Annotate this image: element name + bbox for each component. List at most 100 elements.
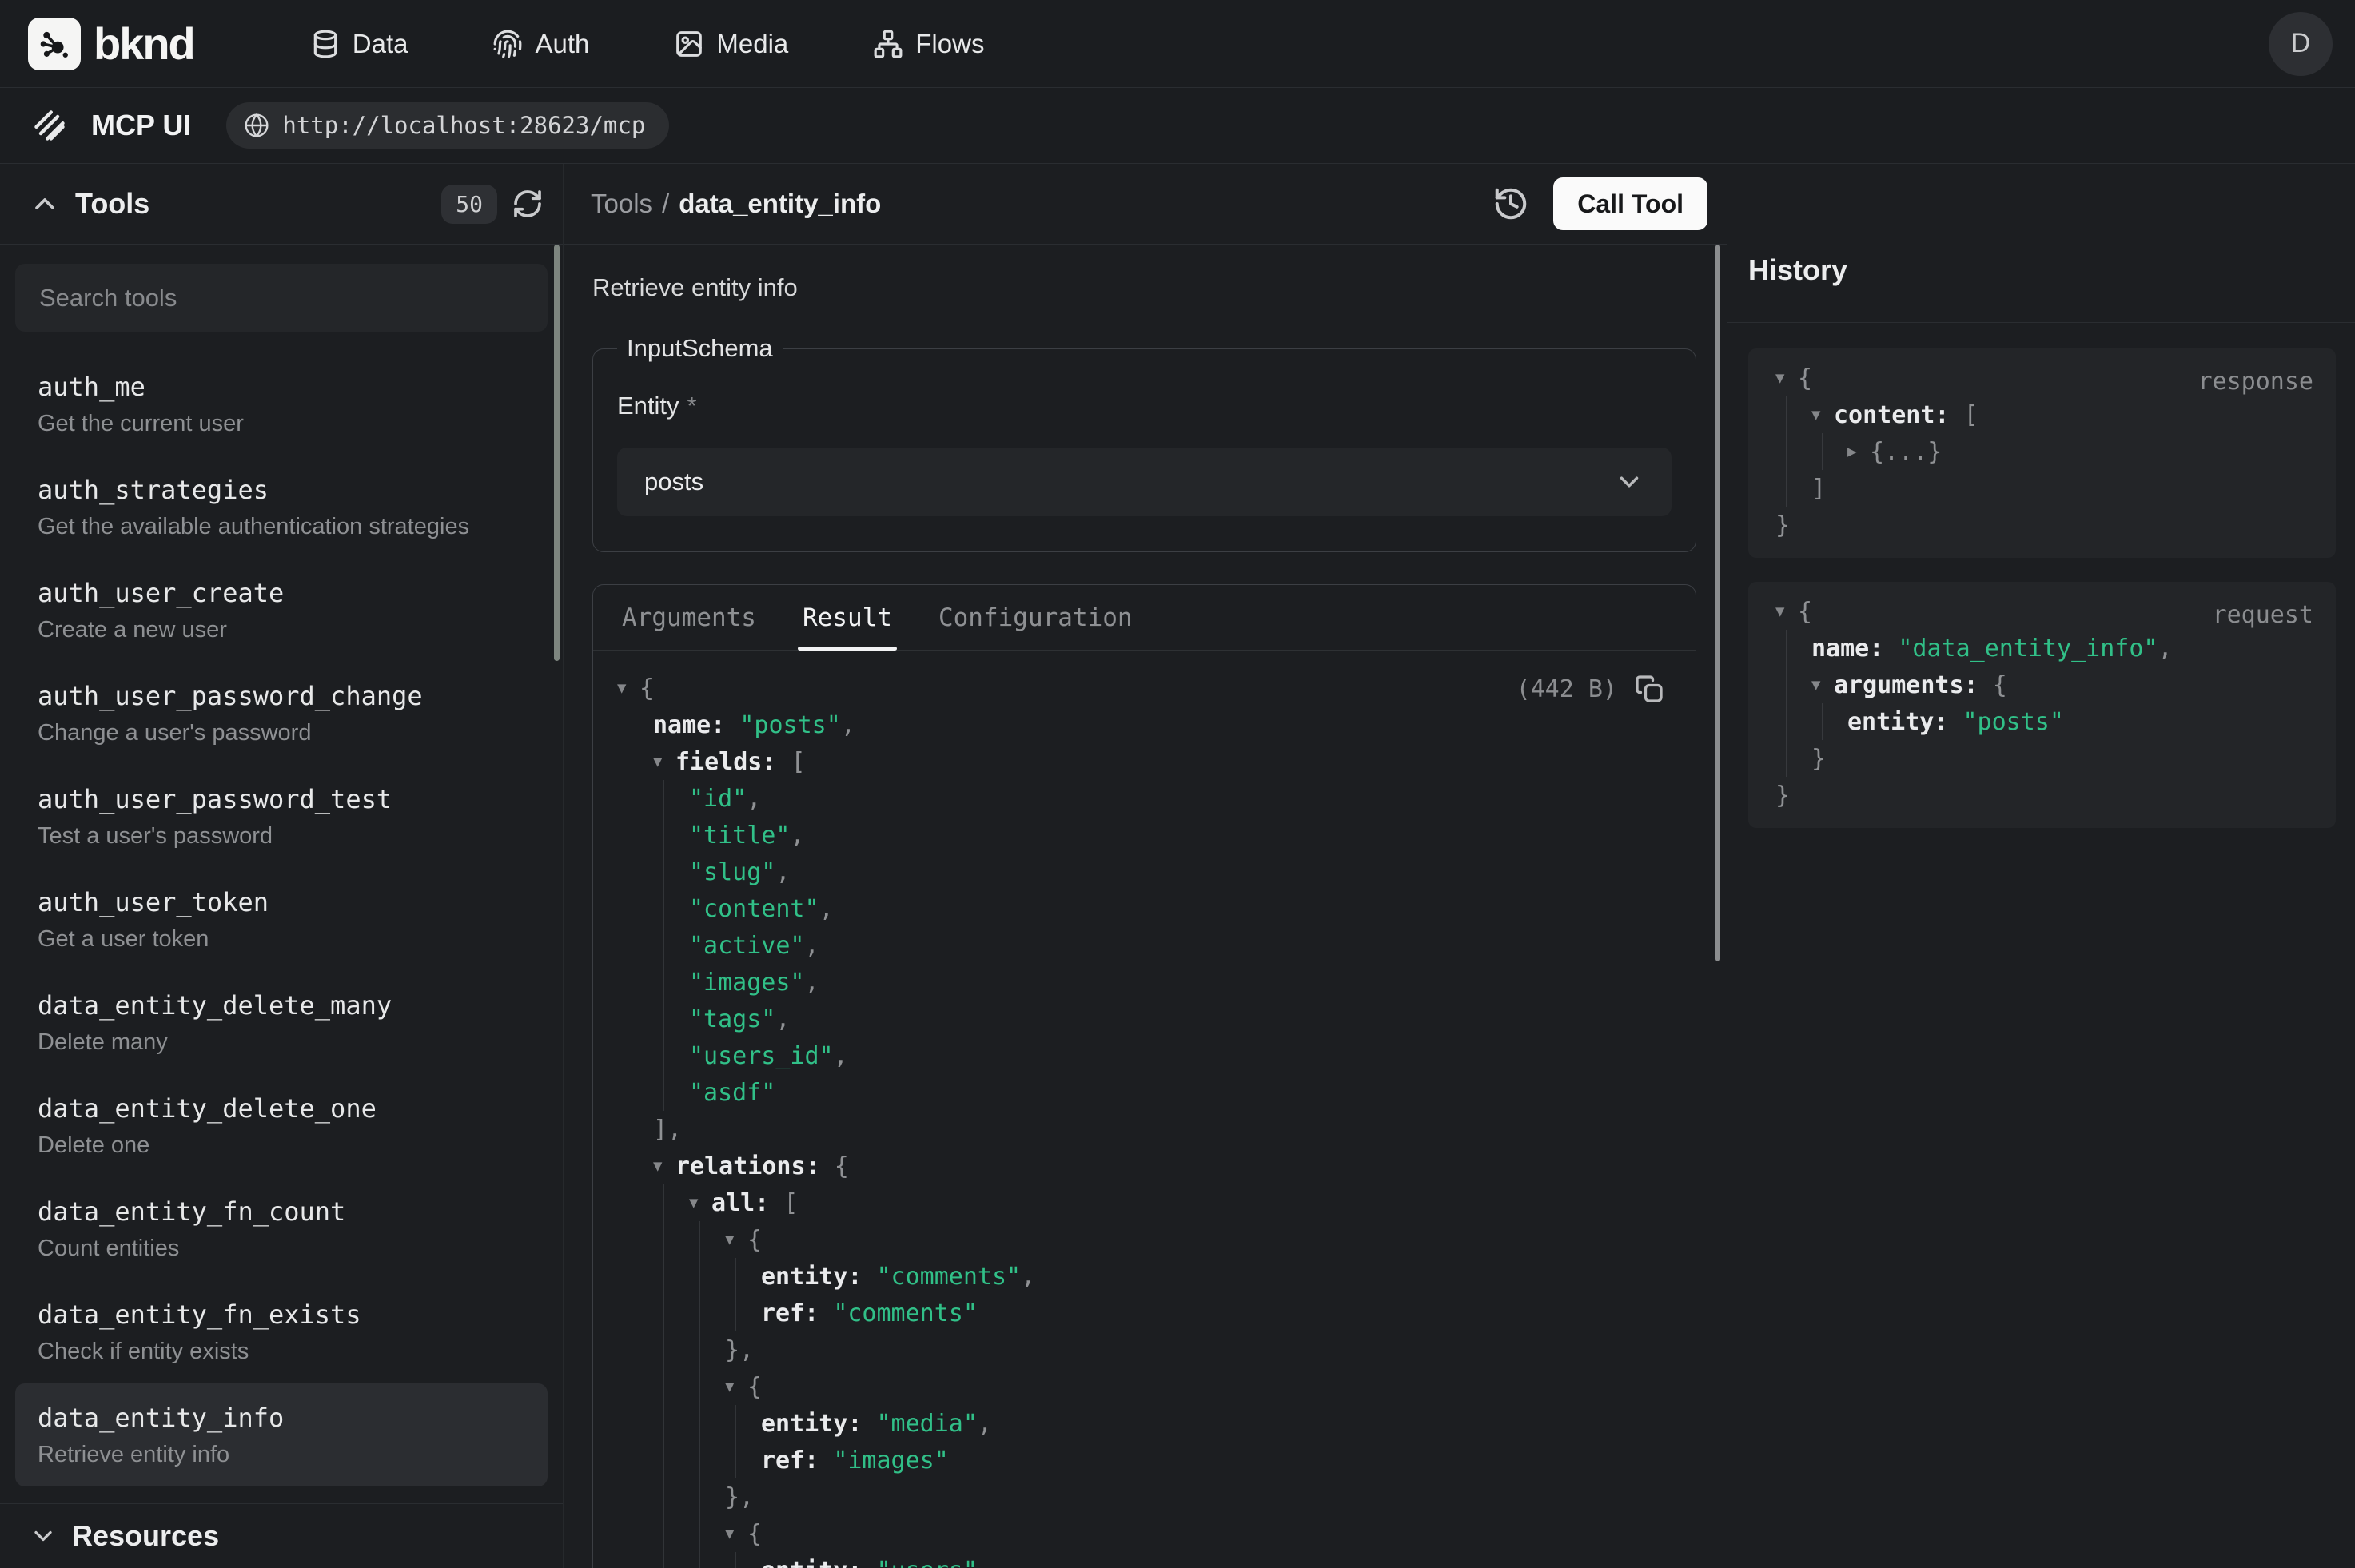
collapse-triangle-icon[interactable]: ▼: [1811, 406, 1834, 424]
history-entry-request[interactable]: request▼{name: "data_entity_info",▼argum…: [1748, 582, 2336, 828]
input-schema-fieldset: InputSchema Entity* posts: [592, 334, 1696, 552]
json-line: "title",: [617, 817, 1667, 854]
json-line: ▼arguments: {: [1775, 667, 2315, 703]
brand[interactable]: bknd: [28, 18, 194, 70]
json-line: },: [617, 1331, 1667, 1368]
resources-section-header[interactable]: Resources: [0, 1503, 563, 1568]
mcp-url: http://localhost:28623/mcp: [282, 112, 645, 139]
breadcrumb-current: data_entity_info: [679, 189, 881, 219]
tool-detail: Retrieve entity info InputSchema Entity*…: [564, 245, 1727, 1568]
json-line: ▼{: [617, 670, 1667, 706]
tool-list-item[interactable]: auth_strategiesGet the available authent…: [15, 456, 548, 559]
json-line: },: [617, 1478, 1667, 1515]
history-entry-type: request: [2213, 601, 2313, 629]
collapse-triangle-icon[interactable]: ▼: [653, 753, 675, 770]
tab-result[interactable]: Result: [803, 585, 892, 650]
history-icon[interactable]: [1492, 185, 1529, 222]
main-scrollbar[interactable]: [1715, 245, 1720, 961]
tool-name: data_entity_delete_many: [38, 989, 525, 1021]
chevron-up-icon[interactable]: [29, 188, 61, 220]
tool-list-item[interactable]: auth_meGet the current user: [15, 352, 548, 456]
tab-bar: Arguments Result Configuration: [593, 585, 1696, 651]
image-icon: [674, 29, 704, 59]
json-line: entity: "media",: [617, 1405, 1667, 1442]
tool-list-item[interactable]: data_entity_fn_exists Check if entity exi…: [15, 1280, 548, 1383]
tool-desc: Count entities: [38, 1235, 525, 1262]
tool-list-item[interactable]: auth_user_password_testTest a user's pas…: [15, 765, 548, 868]
tool-list: auth_meGet the current userauth_strategi…: [15, 352, 548, 1486]
nav-item-data[interactable]: Data: [310, 29, 408, 59]
json-line: ▼content: [: [1775, 396, 2315, 433]
sidebar-scrollbar[interactable]: [554, 245, 560, 661]
bknd-logo-icon: [28, 18, 81, 70]
tab-configuration[interactable]: Configuration: [938, 585, 1133, 650]
collapse-triangle-icon[interactable]: ▼: [1775, 369, 1798, 387]
collapse-triangle-icon[interactable]: ▼: [617, 679, 640, 697]
call-tool-button[interactable]: Call Tool: [1553, 177, 1707, 230]
nav-label: Auth: [535, 29, 589, 59]
tool-name: auth_strategies: [38, 474, 525, 506]
tool-list-item[interactable]: data_entity_delete_oneDelete one: [15, 1074, 548, 1177]
json-line: ▼fields: [: [617, 743, 1667, 780]
breadcrumb-section[interactable]: Tools: [591, 189, 652, 219]
collapse-triangle-icon[interactable]: ▼: [725, 1525, 747, 1542]
layout: Tools 50 auth_meGet the current userauth…: [0, 164, 2355, 1568]
tab-arguments[interactable]: Arguments: [622, 585, 756, 650]
resources-section-title: Resources: [72, 1519, 219, 1553]
history-entry-response[interactable]: response▼{▼content: [▶{...}]}: [1748, 348, 2336, 558]
tool-desc: Change a user's password: [38, 719, 525, 746]
tool-desc: Check if entity exists: [38, 1338, 525, 1365]
tool-list-item[interactable]: auth_user_password_change Change a user's…: [15, 662, 548, 765]
nav-label: Data: [353, 29, 408, 59]
json-line: name: "data_entity_info",: [1775, 630, 2315, 667]
json-line: "id",: [617, 780, 1667, 817]
search-input[interactable]: [15, 264, 548, 332]
json-line: name: "posts",: [617, 706, 1667, 743]
collapse-triangle-icon[interactable]: ▼: [1811, 676, 1834, 694]
tool-list-item[interactable]: auth_user_tokenGet a user token: [15, 868, 548, 971]
nav-label: Flows: [915, 29, 984, 59]
chevron-down-icon: [29, 1522, 58, 1550]
collapse-triangle-icon[interactable]: ▼: [725, 1378, 747, 1395]
tool-desc: Get a user token: [38, 925, 525, 953]
mcp-url-pill[interactable]: http://localhost:28623/mcp: [226, 102, 669, 149]
json-line: "tags",: [617, 1001, 1667, 1037]
nav-item-auth[interactable]: Auth: [492, 29, 589, 59]
user-avatar[interactable]: D: [2269, 12, 2333, 76]
json-line: }: [1775, 777, 2315, 814]
tool-name: auth_user_create: [38, 577, 525, 609]
tool-list-item[interactable]: data_entity_infoRetrieve entity info: [15, 1383, 548, 1486]
json-line: ▼{: [617, 1368, 1667, 1405]
result-size-label: (442 B): [1516, 675, 1617, 703]
collapse-triangle-icon[interactable]: ▼: [689, 1194, 711, 1212]
tool-name: auth_me: [38, 371, 525, 403]
history-entry-type: response: [2198, 368, 2314, 396]
entity-select[interactable]: posts: [617, 448, 1672, 516]
collapse-triangle-icon[interactable]: ▼: [1775, 603, 1798, 620]
history-list: response▼{▼content: [▶{...}]}request▼{na…: [1727, 323, 2355, 852]
tools-scroll-area: auth_meGet the current userauth_strategi…: [0, 245, 563, 1503]
mcp-logo-icon: [32, 108, 67, 143]
tool-list-item[interactable]: auth_user_createCreate a new user: [15, 559, 548, 662]
collapse-triangle-icon[interactable]: ▼: [653, 1157, 675, 1175]
tool-list-item[interactable]: data_entity_fn_count Count entities: [15, 1177, 548, 1280]
refresh-icon[interactable]: [512, 188, 544, 220]
tools-section-header[interactable]: Tools 50: [0, 164, 563, 245]
tool-name: auth_user_password_change: [38, 680, 525, 712]
entity-field-label: Entity*: [617, 392, 1672, 420]
nav-item-flows[interactable]: Flows: [873, 29, 984, 59]
tool-desc: Test a user's password: [38, 822, 525, 850]
json-line: "users_id",: [617, 1037, 1667, 1074]
result-json-lines[interactable]: ▼{name: "posts",▼fields: ["id","title","…: [617, 670, 1667, 1568]
nav-item-media[interactable]: Media: [674, 29, 788, 59]
expand-triangle-icon[interactable]: ▶: [1847, 443, 1870, 460]
copy-icon[interactable]: [1635, 675, 1664, 703]
json-line: ▼all: [: [617, 1184, 1667, 1221]
tool-list-item[interactable]: data_entity_delete_manyDelete many: [15, 971, 548, 1074]
collapse-triangle-icon[interactable]: ▼: [725, 1231, 747, 1248]
workflow-icon: [873, 29, 903, 59]
tool-name: data_entity_fn_exists: [38, 1299, 525, 1331]
json-line: ▼{: [617, 1221, 1667, 1258]
json-line: "content",: [617, 890, 1667, 927]
tool-name: data_entity_fn_count: [38, 1196, 525, 1228]
